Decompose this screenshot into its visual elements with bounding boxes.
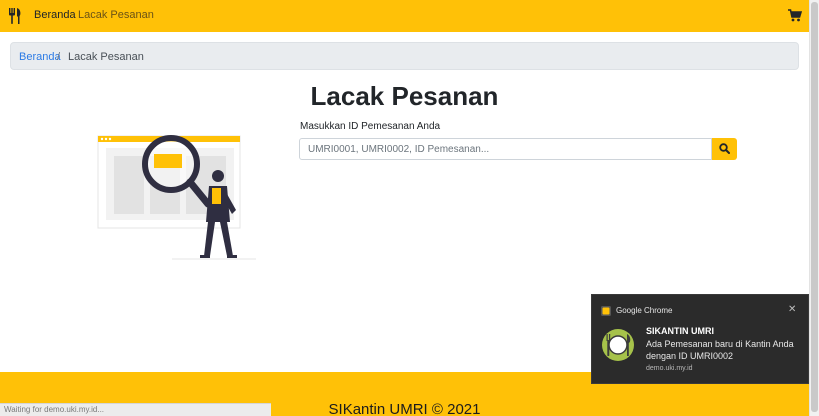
- notification-close-button[interactable]: ✕: [788, 304, 796, 315]
- scrollbar-thumb[interactable]: [811, 2, 818, 412]
- notification-app-name: Google Chrome: [616, 306, 673, 315]
- navbar: Beranda Lacak Pesanan: [0, 0, 809, 32]
- scrollbar[interactable]: [809, 0, 819, 416]
- order-id-input[interactable]: [299, 138, 712, 160]
- breadcrumb-current: Lacak Pesanan: [68, 51, 144, 63]
- shopping-cart-icon[interactable]: [788, 9, 802, 22]
- page-title: Lacak Pesanan: [310, 81, 499, 111]
- browser-status-bar: Waiting for demo.uki.my.id...: [0, 403, 271, 416]
- breadcrumb-home-link[interactable]: Beranda: [19, 51, 61, 63]
- utensils-icon[interactable]: [8, 8, 22, 24]
- nav-link-beranda[interactable]: Beranda: [34, 9, 76, 21]
- nav-link-lacak-pesanan[interactable]: Lacak Pesanan: [78, 9, 154, 21]
- breadcrumb: Beranda / Lacak Pesanan: [10, 42, 799, 70]
- page: Beranda Lacak Pesanan Beranda / Lacak Pe…: [0, 0, 809, 416]
- chrome-notification[interactable]: Google Chrome ✕ SIKANTIN UMRI Ada Pemesa…: [591, 294, 809, 384]
- notification-body: Ada Pemesanan baru di Kantin Anda dengan…: [646, 339, 794, 361]
- breadcrumb-separator: /: [57, 51, 61, 63]
- notification-site: demo.uki.my.id: [646, 365, 693, 372]
- search-icon: [719, 143, 730, 154]
- search-button[interactable]: [712, 138, 737, 160]
- notification-title: SIKANTIN UMRI: [646, 326, 714, 336]
- restaurant-icon: [602, 329, 634, 361]
- magnifier-illustration: [97, 135, 256, 260]
- chrome-icon: [601, 306, 611, 316]
- order-id-label: Masukkan ID Pemesanan Anda: [300, 121, 441, 132]
